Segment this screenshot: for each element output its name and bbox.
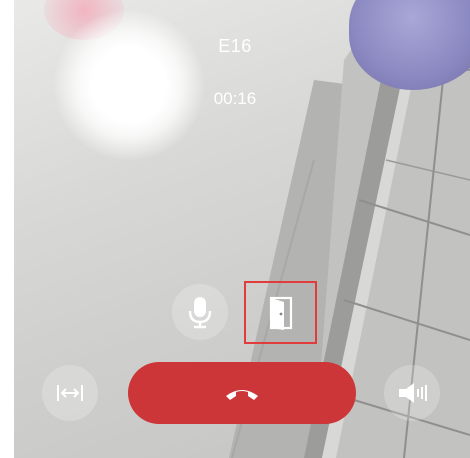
resize-button[interactable] bbox=[42, 365, 98, 421]
resize-horizontal-icon bbox=[57, 385, 83, 401]
ceiling-light bbox=[54, 10, 204, 160]
door-icon bbox=[269, 296, 292, 330]
phone-hangup-icon bbox=[226, 390, 258, 400]
microphone-icon bbox=[188, 297, 212, 329]
mute-button[interactable] bbox=[172, 284, 228, 340]
speaker-icon bbox=[399, 383, 427, 403]
unlock-door-button[interactable] bbox=[244, 281, 317, 344]
hangup-button[interactable] bbox=[128, 362, 356, 424]
call-timer: 00:16 bbox=[213, 89, 257, 108]
speaker-button[interactable] bbox=[384, 365, 440, 421]
caller-name: E16 bbox=[218, 36, 252, 56]
